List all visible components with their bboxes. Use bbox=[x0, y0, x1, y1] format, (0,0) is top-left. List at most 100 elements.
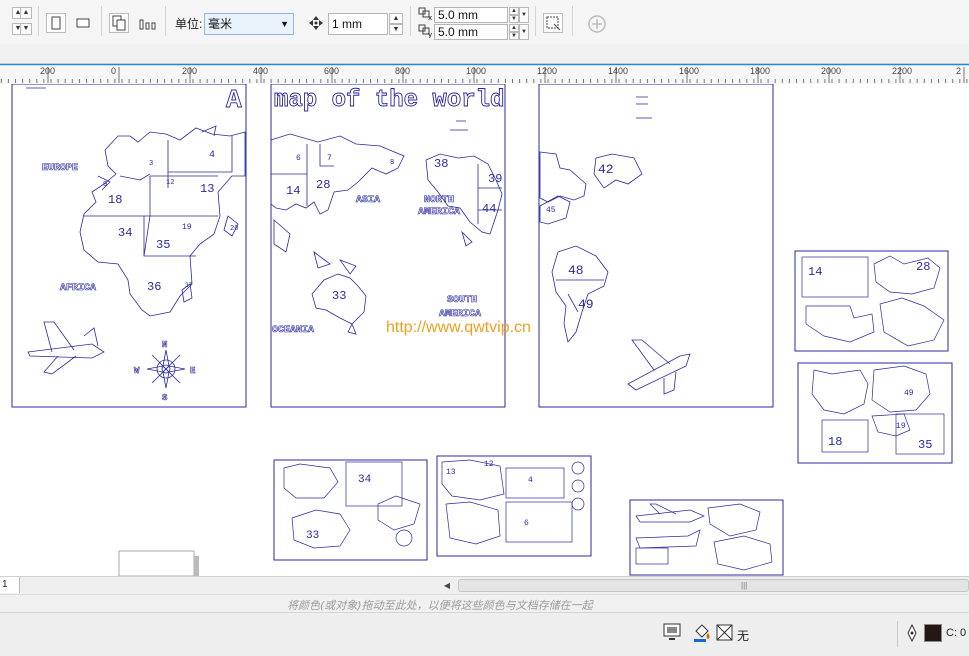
fill-status-text: 无 bbox=[737, 629, 750, 643]
horizontal-scrollbar-thumb[interactable]: ||| bbox=[458, 579, 969, 592]
units-value: 毫米 bbox=[208, 17, 233, 31]
units-dropdown[interactable]: 毫米 ▼ bbox=[204, 13, 294, 35]
parts-sheet-5-pieces[interactable] bbox=[635, 503, 773, 571]
svg-text:45: 45 bbox=[546, 206, 556, 215]
ruler-label: 200 bbox=[40, 66, 55, 76]
duplicate-x-input[interactable]: 5.0 mm bbox=[434, 7, 508, 23]
outline-color-swatch[interactable] bbox=[924, 624, 942, 642]
ruler-label: 2200 bbox=[892, 66, 912, 76]
map-panel-right[interactable] bbox=[538, 84, 774, 408]
svg-text:4: 4 bbox=[209, 150, 215, 161]
dup-x-down[interactable]: ▼ bbox=[509, 15, 519, 23]
no-fill-icon[interactable] bbox=[716, 624, 734, 642]
duplicate-y-input[interactable]: 5.0 mm bbox=[434, 24, 508, 40]
ruler-label: 200 bbox=[182, 66, 197, 76]
label-asia: ASIA bbox=[356, 195, 380, 206]
compass-letters: N S W E bbox=[134, 340, 197, 404]
svg-text:14: 14 bbox=[808, 265, 822, 279]
title-map-of-the-world[interactable]: map of the world bbox=[274, 87, 505, 115]
toolbar-spacer bbox=[0, 44, 969, 64]
svg-text:34: 34 bbox=[118, 226, 132, 240]
ruler-label: 400 bbox=[253, 66, 268, 76]
svg-text:N: N bbox=[162, 340, 167, 350]
map-panel-middle[interactable] bbox=[270, 84, 506, 408]
svg-text:28: 28 bbox=[316, 178, 330, 192]
outline-pen-icon[interactable] bbox=[905, 624, 919, 642]
svg-text:20: 20 bbox=[230, 225, 238, 233]
label-north: NORTH bbox=[424, 195, 454, 206]
svg-text:8: 8 bbox=[390, 159, 394, 167]
all-pages-button[interactable] bbox=[109, 13, 129, 33]
dup-y-step[interactable]: ▼ bbox=[519, 24, 529, 40]
scroll-left-arrow-icon[interactable]: ◀ bbox=[440, 578, 454, 593]
parts-sheet-3-pieces[interactable] bbox=[283, 461, 421, 549]
svg-text:12: 12 bbox=[166, 179, 174, 187]
svg-text:19: 19 bbox=[896, 422, 906, 431]
dup-x-step[interactable]: ▼ bbox=[519, 7, 529, 23]
svg-text:E: E bbox=[190, 366, 196, 376]
svg-text:x: x bbox=[428, 14, 432, 21]
select-frame-icon bbox=[546, 16, 561, 31]
status-bar: 无 C: 0 bbox=[0, 612, 969, 656]
svg-text:6: 6 bbox=[296, 154, 301, 163]
height-spin-up[interactable]: ▲ bbox=[20, 7, 32, 19]
parts-sheet-4[interactable] bbox=[436, 455, 592, 557]
monitor-icon[interactable] bbox=[662, 622, 682, 642]
svg-text:9: 9 bbox=[103, 181, 107, 189]
ruler-label: 2 bbox=[956, 66, 961, 76]
parts-sheet-4-numbers: 13 12 4 6 bbox=[446, 460, 533, 528]
watermark-url: http://www.qwtvip.cn bbox=[386, 319, 531, 336]
airplane-right[interactable] bbox=[627, 339, 691, 395]
drawing-canvas[interactable]: A map of the world 4 3 12 13 18 9 19 20 … bbox=[0, 84, 969, 576]
europe-africa-shapes[interactable] bbox=[79, 125, 246, 317]
page-tab-1[interactable]: 1 bbox=[0, 577, 20, 593]
nudge-input[interactable]: 1 mm bbox=[328, 13, 388, 35]
svg-text:42: 42 bbox=[598, 162, 614, 177]
americas-numbers: 42 45 48 49 bbox=[546, 162, 614, 312]
svg-text:W: W bbox=[134, 366, 140, 376]
treat-as-filled-button[interactable] bbox=[543, 13, 563, 33]
parts-sheet-1-numbers: 14 28 bbox=[808, 260, 930, 279]
parts-sheet-3[interactable] bbox=[273, 459, 428, 561]
page-shadow-edge bbox=[194, 556, 199, 576]
ruler-label: 600 bbox=[324, 66, 339, 76]
svg-text:13: 13 bbox=[446, 468, 456, 477]
nudge-spin-down[interactable]: ▼ bbox=[389, 24, 403, 35]
nudge-icon bbox=[309, 16, 323, 30]
dup-y-down[interactable]: ▼ bbox=[509, 32, 519, 40]
parts-sheet-2-numbers: 18 19 35 49 bbox=[828, 389, 932, 452]
svg-text:35: 35 bbox=[156, 238, 170, 252]
map-panel-left[interactable] bbox=[11, 84, 247, 408]
add-icon[interactable] bbox=[587, 14, 607, 34]
ruler-label: 0 bbox=[111, 66, 116, 76]
svg-text:34: 34 bbox=[358, 474, 372, 486]
horizontal-ruler[interactable]: 200 0 200 400 600 800 1000 1200 1400 1600 1800 2000… bbox=[0, 63, 969, 85]
label-oceania: OCEANIA bbox=[272, 325, 314, 336]
svg-text:39: 39 bbox=[488, 172, 502, 186]
current-page-button[interactable] bbox=[137, 13, 157, 33]
units-label: 单位: bbox=[175, 17, 203, 31]
ruler-label: 1000 bbox=[466, 66, 486, 76]
parts-sheet-3-numbers: 34 33 bbox=[306, 474, 372, 542]
page-tab-label: 1 bbox=[2, 579, 8, 590]
page-tabs-bar: 1 ◀ ||| bbox=[0, 576, 969, 595]
height-spin-down[interactable]: ▼ bbox=[20, 23, 32, 35]
title-letter-a[interactable]: A bbox=[226, 85, 243, 116]
compass-rose-icon bbox=[146, 349, 186, 389]
document-palette-bar[interactable]: 将颜色(或对象)拖动至此处，以便将这些颜色与文档存储在一起 bbox=[0, 594, 969, 613]
portrait-button[interactable] bbox=[46, 13, 66, 33]
ruler-label: 2000 bbox=[821, 66, 841, 76]
label-africa: AFRICA bbox=[60, 283, 96, 294]
parts-sheet-4-pieces[interactable] bbox=[441, 459, 585, 545]
airplane-left[interactable] bbox=[27, 321, 105, 375]
dup-x-up[interactable]: ▲ bbox=[509, 7, 519, 15]
landscape-button[interactable] bbox=[73, 13, 93, 33]
svg-text:36: 36 bbox=[147, 280, 161, 294]
fill-bucket-icon[interactable] bbox=[692, 623, 712, 643]
svg-text:48: 48 bbox=[568, 263, 584, 278]
scroll-grip-icon: ||| bbox=[741, 581, 748, 590]
americas-shapes[interactable] bbox=[539, 151, 643, 343]
dup-y-up[interactable]: ▲ bbox=[509, 24, 519, 32]
ruler-ticks: 200 0 200 400 600 800 1000 1200 1400 1600 1800 2000… bbox=[0, 63, 969, 83]
nudge-spin-up[interactable]: ▲ bbox=[389, 13, 403, 24]
